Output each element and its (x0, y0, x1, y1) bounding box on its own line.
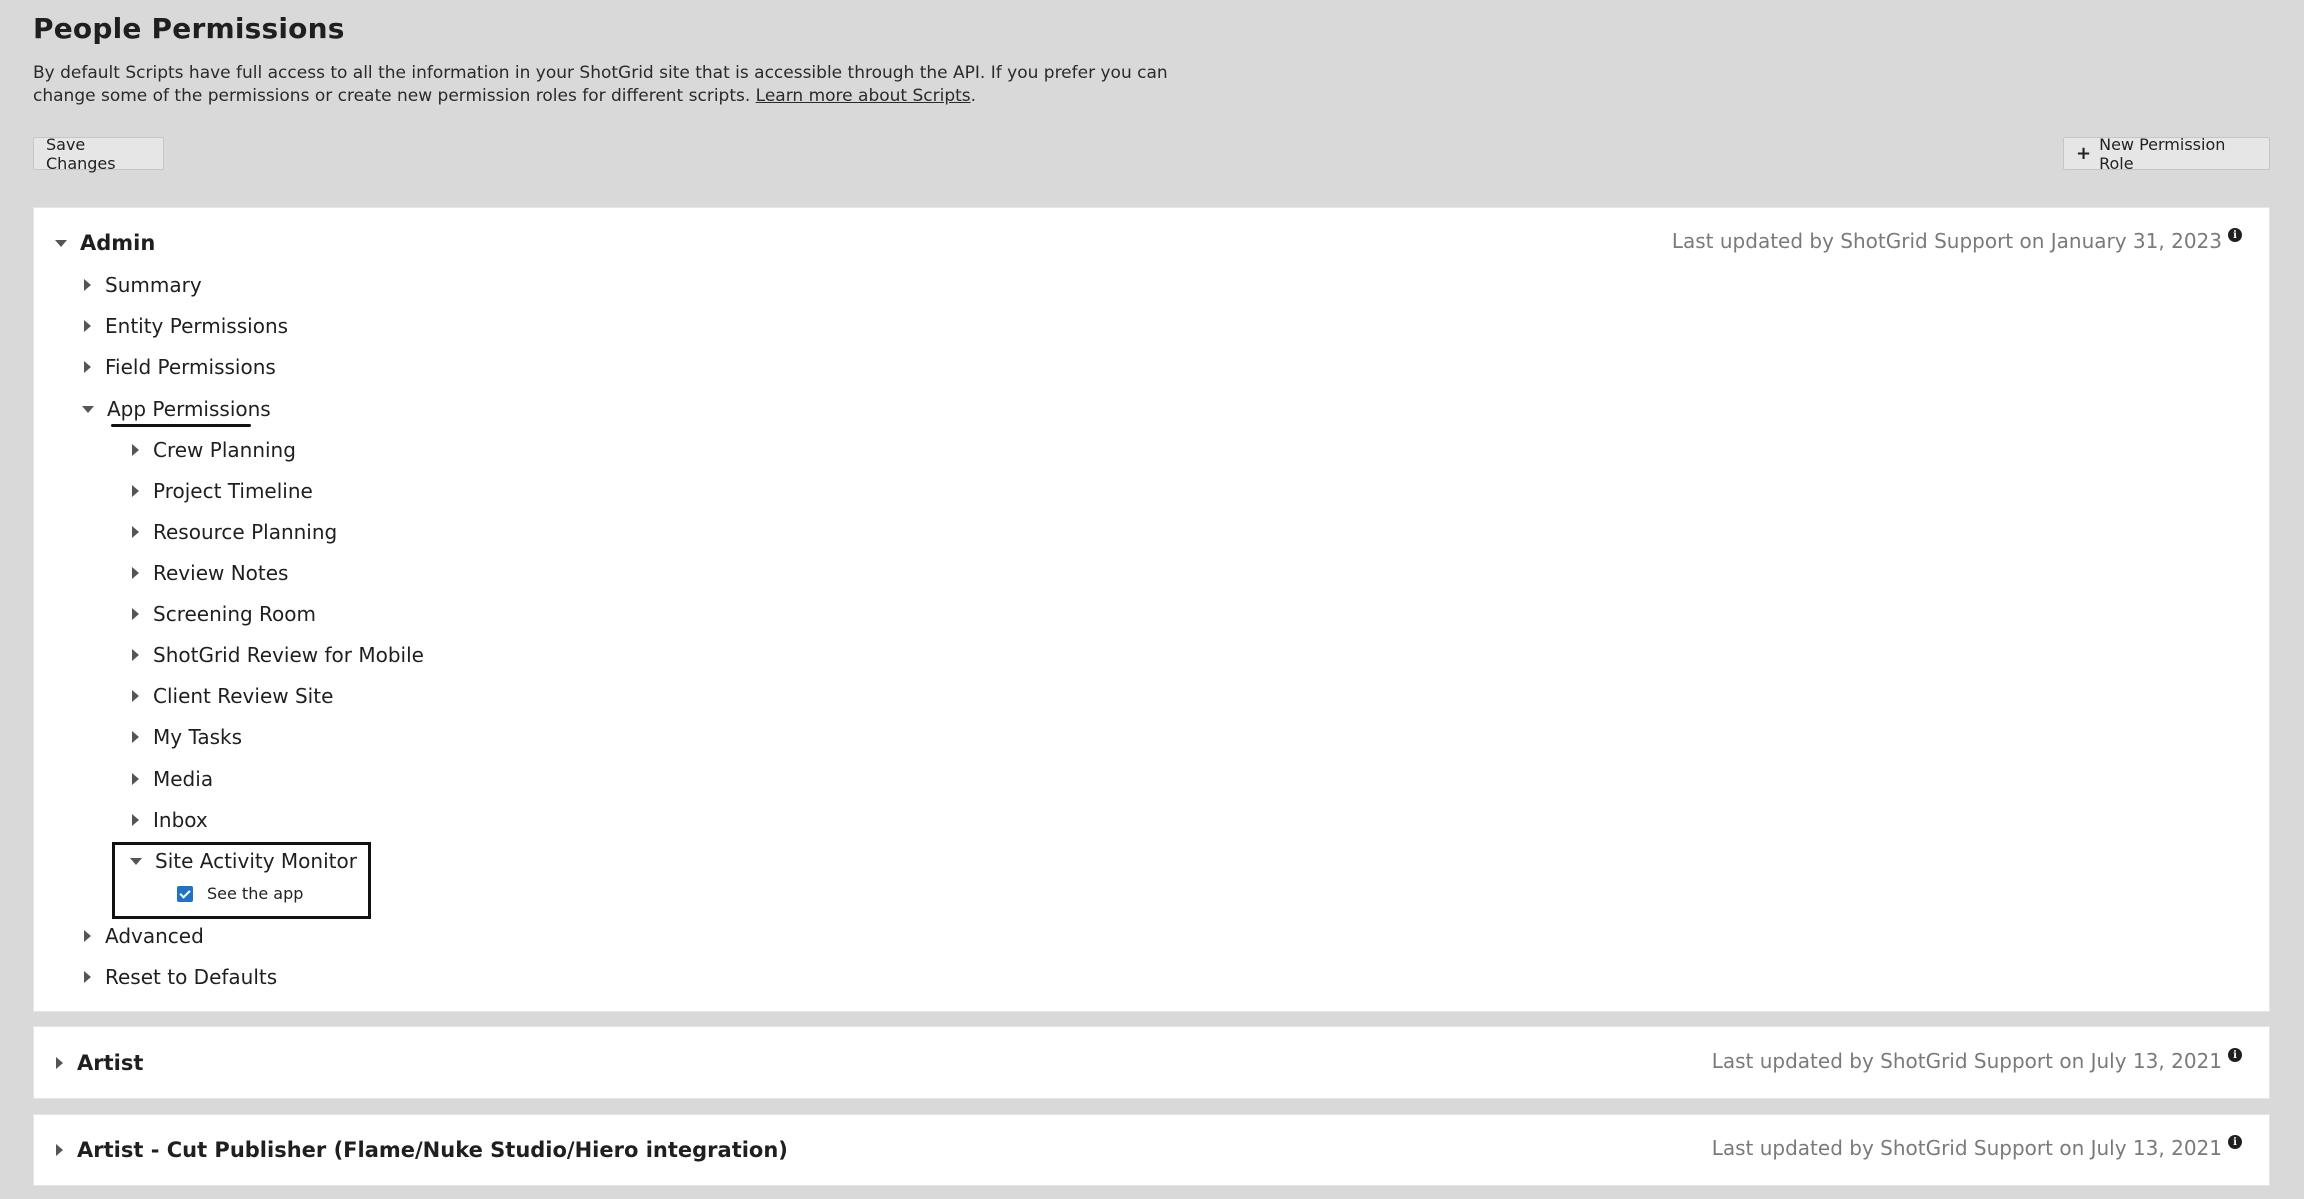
last-updated-admin: Last updated by ShotGrid Support on Janu… (1671, 228, 2242, 253)
section-summary[interactable]: Summary (84, 270, 202, 300)
triangle-right-icon (84, 930, 91, 942)
role-header-artist[interactable]: Artist (56, 1048, 143, 1078)
app-site-activity-monitor[interactable]: Site Activity Monitor (130, 846, 357, 876)
triangle-right-icon (56, 1144, 63, 1156)
section-label: Entity Permissions (105, 314, 289, 338)
triangle-right-icon (132, 567, 139, 579)
triangle-right-icon (56, 1057, 63, 1069)
app-label: Project Timeline (153, 479, 313, 503)
app-label: Review Notes (153, 561, 289, 585)
section-label: Field Permissions (105, 355, 276, 379)
app-label: Media (153, 767, 214, 791)
triangle-right-icon (132, 608, 139, 620)
app-project-timeline[interactable]: Project Timeline (132, 476, 313, 506)
intro-end: . (970, 86, 977, 106)
triangle-right-icon (132, 690, 139, 702)
role-header-admin[interactable]: Admin (55, 228, 155, 258)
last-updated-artist-cut-publisher: Last updated by ShotGrid Support on July… (1711, 1135, 2242, 1160)
app-label: Crew Planning (153, 438, 296, 462)
section-entity-permissions[interactable]: Entity Permissions (84, 311, 288, 341)
save-changes-button[interactable]: Save Changes (33, 134, 164, 173)
info-icon[interactable]: i (2228, 1048, 2242, 1062)
learn-more-link[interactable]: Learn more about Scripts (756, 86, 971, 106)
new-permission-role-button[interactable]: + New Permission Role (2063, 134, 2270, 173)
triangle-right-icon (84, 320, 91, 332)
triangle-down-icon (130, 857, 142, 865)
intro-description: By default Scripts have full access to a… (33, 63, 1168, 106)
intro-text: By default Scripts have full access to a… (33, 62, 1183, 108)
app-review-notes[interactable]: Review Notes (132, 558, 288, 588)
app-crew-planning[interactable]: Crew Planning (132, 435, 296, 465)
triangle-right-icon (132, 814, 139, 826)
last-updated-text: Last updated by ShotGrid Support on July… (1711, 1136, 2222, 1160)
section-label: Summary (105, 273, 202, 297)
triangle-right-icon (132, 731, 139, 743)
triangle-right-icon (132, 444, 139, 456)
role-header-artist-cut-publisher[interactable]: Artist - Cut Publisher (Flame/Nuke Studi… (56, 1135, 788, 1165)
app-label: Site Activity Monitor (155, 849, 357, 873)
app-client-review-site[interactable]: Client Review Site (132, 681, 333, 711)
section-label: App Permissions (107, 397, 271, 421)
app-my-tasks[interactable]: My Tasks (132, 722, 242, 752)
app-label: Inbox (153, 808, 208, 832)
triangle-right-icon (84, 971, 91, 983)
app-resource-planning[interactable]: Resource Planning (132, 517, 337, 547)
section-label: Reset to Defaults (105, 965, 278, 989)
last-updated-text: Last updated by ShotGrid Support on July… (1711, 1049, 2222, 1073)
section-reset-to-defaults[interactable]: Reset to Defaults (84, 962, 277, 992)
app-label: Resource Planning (153, 520, 338, 544)
section-app-permissions[interactable]: App Permissions (82, 394, 271, 424)
info-icon[interactable]: i (2228, 1135, 2242, 1149)
triangle-down-icon (55, 239, 67, 247)
option-label: See the app (207, 884, 304, 903)
role-name: Artist - Cut Publisher (Flame/Nuke Studi… (77, 1138, 788, 1162)
role-name: Admin (80, 231, 156, 255)
section-field-permissions[interactable]: Field Permissions (84, 352, 276, 382)
last-updated-text: Last updated by ShotGrid Support on Janu… (1671, 229, 2222, 253)
save-changes-label: Save Changes (46, 134, 116, 173)
app-label: My Tasks (153, 725, 243, 749)
info-icon[interactable]: i (2228, 228, 2242, 242)
app-label: Screening Room (153, 602, 316, 626)
see-the-app-option[interactable]: See the app (177, 884, 303, 903)
app-screening-room[interactable]: Screening Room (132, 599, 316, 629)
new-permission-role-label: New Permission Role (2099, 134, 2226, 173)
plus-icon: + (2076, 143, 2092, 164)
section-label: Advanced (105, 924, 204, 948)
triangle-down-icon (82, 405, 94, 413)
annotation-underline (111, 424, 251, 427)
triangle-right-icon (132, 649, 139, 661)
role-name: Artist (77, 1051, 144, 1075)
app-shotgrid-review-mobile[interactable]: ShotGrid Review for Mobile (132, 640, 424, 670)
triangle-right-icon (132, 526, 139, 538)
section-advanced[interactable]: Advanced (84, 921, 204, 951)
triangle-right-icon (84, 361, 91, 373)
checkbox-checked-icon[interactable] (177, 885, 193, 902)
page-title: People Permissions (33, 12, 345, 45)
app-media[interactable]: Media (132, 764, 213, 794)
triangle-right-icon (132, 773, 139, 785)
app-inbox[interactable]: Inbox (132, 805, 208, 835)
triangle-right-icon (84, 279, 91, 291)
last-updated-artist: Last updated by ShotGrid Support on July… (1711, 1048, 2242, 1073)
app-label: ShotGrid Review for Mobile (153, 643, 424, 667)
app-label: Client Review Site (153, 684, 334, 708)
triangle-right-icon (132, 485, 139, 497)
